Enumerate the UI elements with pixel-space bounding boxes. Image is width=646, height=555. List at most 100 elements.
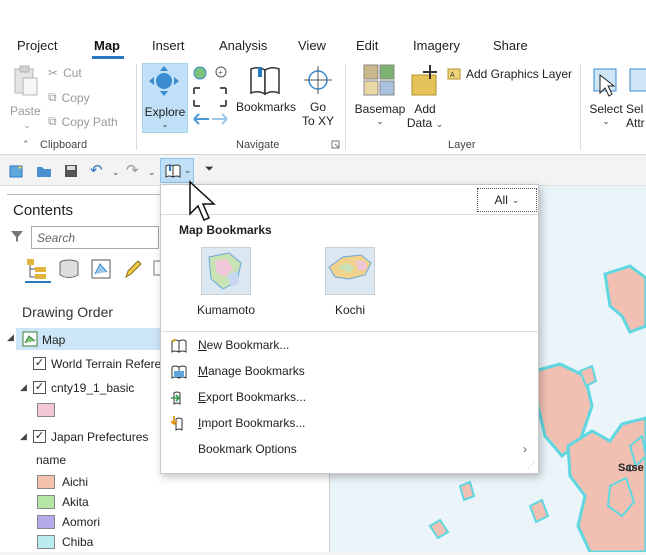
tab-share[interactable]: Share (493, 38, 528, 53)
legend-label-chiba: Chiba (62, 535, 94, 549)
cnty-layer-label: cnty19_1_basic (51, 381, 135, 395)
map-bookmarks-heading: Map Bookmarks (179, 223, 272, 237)
explore-icon (149, 66, 179, 96)
bookmark-filter-dropdown[interactable]: All ⌄ (477, 188, 537, 212)
navigate-group-label: Navigate (236, 139, 280, 151)
quick-access-toolbar: ✦ ↶ ⌄ ↷ ⌄ ⌄ ⏷ (0, 156, 646, 186)
explore-label: Explore (144, 105, 186, 119)
basemap-label: Basemap (354, 102, 406, 116)
ribbon: Paste ⌄ ✂ Cut ⧉ Copy ⧉ Copy Path Clipboa… (0, 60, 646, 155)
cnty-symbol-swatch[interactable] (37, 403, 55, 417)
legend-swatch-aichi[interactable] (37, 475, 55, 489)
chevron-right-icon: › (523, 442, 527, 456)
ribbon-tab-bar: Project Map Insert Analysis View Edit Im… (0, 0, 646, 60)
new-bookmark-menu-item[interactable]: ✦ New Bookmark... (165, 333, 535, 357)
select-by-attributes-button[interactable]: Sel Attr (626, 63, 646, 133)
contents-title: Contents (13, 202, 74, 219)
map-icon (22, 331, 38, 347)
copy-path-button[interactable]: ⧉ Copy Path (48, 114, 118, 129)
copy-icon: ⧉ (48, 90, 57, 104)
legend-label-aomori: Aomori (62, 515, 101, 529)
bookmarks-dropdown: All ⌄ Map Bookmarks Kumamoto Kochi ✦ New… (160, 184, 539, 474)
redo-icon[interactable]: ↷ (126, 161, 139, 179)
new-project-icon[interactable]: ✦ (8, 163, 24, 179)
manage-bookmarks-menu-item[interactable]: Manage Bookmarks (165, 359, 535, 383)
search-input[interactable]: Search (31, 226, 159, 249)
svg-text:A: A (450, 72, 455, 79)
copy-path-icon: ⧉ (48, 114, 57, 128)
list-by-drawing-order-icon[interactable] (25, 257, 49, 281)
cnty-checkbox[interactable]: ✓ (33, 381, 46, 394)
collapse-triangle-icon[interactable]: ◢ (20, 382, 27, 393)
legend-swatch-akita[interactable] (37, 495, 55, 509)
open-project-icon[interactable] (36, 163, 52, 179)
book-icon (165, 164, 181, 178)
dialog-launcher-icon[interactable] (331, 140, 341, 150)
tab-insert[interactable]: Insert (152, 38, 185, 53)
explore-button[interactable]: Explore ⌄ (142, 63, 188, 133)
legend-swatch-aomori[interactable] (37, 515, 55, 529)
tab-imagery[interactable]: Imagery (413, 38, 460, 53)
data-label: Data ⌄ (406, 116, 444, 130)
go-label: Go (309, 100, 326, 114)
customize-qat-icon[interactable]: ⏷ (205, 163, 214, 176)
japan-prefectures-label: Japan Prefectures (51, 430, 149, 444)
divider (161, 331, 538, 332)
select-icon (593, 68, 617, 97)
basemap-icon (363, 64, 395, 96)
cut-button[interactable]: ✂ Cut (48, 66, 82, 80)
undo-icon[interactable]: ↶ (90, 161, 103, 179)
tab-analysis[interactable]: Analysis (219, 38, 267, 53)
book-icon (250, 66, 280, 96)
tab-edit[interactable]: Edit (356, 38, 378, 53)
collapse-triangle-icon[interactable]: ◢ (7, 332, 14, 343)
select-button[interactable]: Select ⌄ (586, 63, 626, 133)
bookmarks-qat-dropdown-icon: ⌄ (184, 165, 192, 175)
bookmark-tile[interactable]: Kumamoto (189, 245, 265, 319)
add-graphics-layer-label: Add Graphics Layer (466, 67, 573, 81)
import-bookmarks-menu-item[interactable]: Import Bookmarks... (165, 411, 535, 435)
export-bookmarks-icon (171, 391, 181, 405)
mouse-pointer-icon (189, 180, 216, 221)
export-bookmarks-menu-item[interactable]: Export Bookmarks... (165, 385, 535, 409)
map-layer-row[interactable] (16, 328, 170, 350)
map-layer-label: Map (42, 333, 66, 347)
add-graphics-layer-button[interactable]: A Add Graphics Layer (447, 67, 572, 81)
tab-map[interactable]: Map (94, 38, 120, 53)
japan-prefectures-checkbox[interactable]: ✓ (33, 430, 46, 443)
resize-grip-icon[interactable]: ⋰ (527, 461, 535, 470)
tab-view[interactable]: View (298, 38, 326, 53)
select-dropdown-icon: ⌄ (602, 116, 610, 126)
go-to-xy-button[interactable]: Go To XY (299, 63, 337, 133)
save-icon[interactable] (63, 163, 79, 179)
active-tab-indicator (92, 56, 124, 59)
map-city-label: Sase (618, 462, 644, 474)
world-terrain-checkbox[interactable]: ✓ (33, 357, 46, 370)
copy-path-label: Copy Path (61, 114, 118, 129)
paste-button[interactable]: Paste ⌄ (10, 64, 44, 134)
selected-view-indicator (25, 281, 51, 283)
tab-project[interactable]: Project (17, 38, 57, 53)
world-terrain-label: World Terrain Refere (51, 357, 162, 371)
list-by-source-icon[interactable] (57, 258, 81, 280)
bookmarks-button[interactable]: Bookmarks (236, 63, 296, 119)
bookmark-options-menu-item[interactable]: Bookmark Options › (165, 437, 535, 461)
redo-dropdown-icon[interactable]: ⌄ (148, 167, 156, 178)
list-by-selection-icon[interactable] (90, 258, 112, 280)
ribbon-collapse-icon[interactable]: ⌃ (22, 139, 30, 150)
collapse-triangle-icon[interactable]: ◢ (20, 431, 27, 442)
ribbon-separator (136, 64, 137, 150)
copy-button[interactable]: ⧉ Copy (48, 90, 90, 105)
scissors-icon: ✂ (48, 66, 59, 80)
bookmark-label-kochi: Kochi (335, 303, 366, 317)
field-name-label: name (36, 453, 67, 467)
ribbon-separator (345, 64, 346, 150)
undo-dropdown-icon[interactable]: ⌄ (112, 167, 120, 178)
list-by-editing-icon[interactable] (123, 258, 143, 280)
bookmark-tile[interactable]: Kochi (313, 245, 389, 319)
legend-swatch-chiba[interactable] (37, 535, 55, 549)
basemap-button[interactable]: Basemap ⌄ (352, 63, 408, 133)
add-data-button[interactable]: Add Data ⌄ (406, 63, 444, 133)
select-by-attributes-icon (629, 68, 646, 92)
filter-icon[interactable] (10, 229, 24, 243)
